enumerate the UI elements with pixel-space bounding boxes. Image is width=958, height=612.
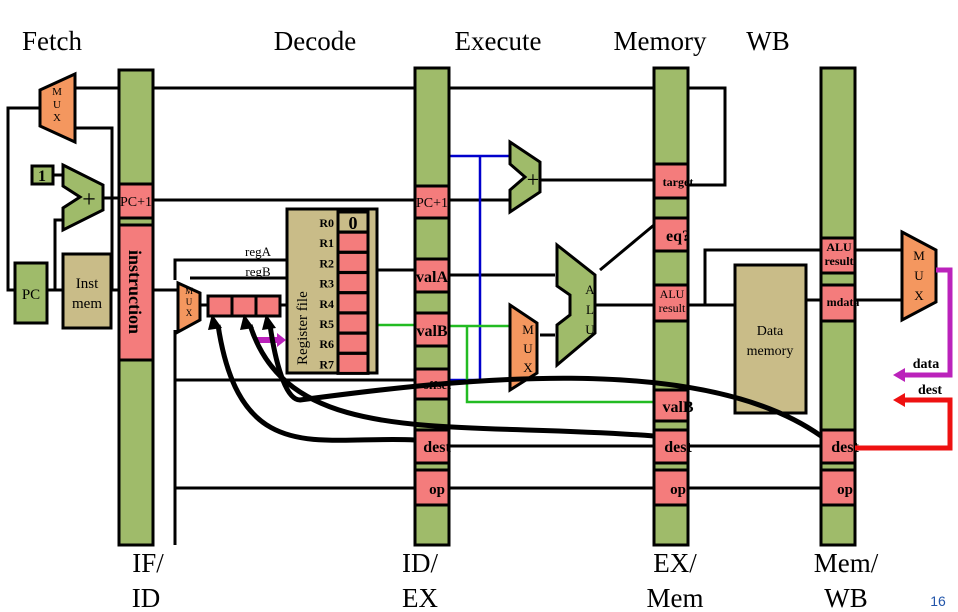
idex-dest: dest bbox=[423, 439, 451, 456]
idex-label-1: ID/ bbox=[402, 548, 438, 578]
register-cell bbox=[336, 291, 370, 315]
register-cell bbox=[336, 311, 370, 335]
stage-memory: Memory bbox=[614, 26, 707, 56]
decode-mux-label: MUX bbox=[185, 286, 194, 318]
memwb-op: op bbox=[837, 482, 853, 498]
memwb-label-2: WB bbox=[824, 583, 868, 612]
writeback-dest-wire bbox=[855, 397, 953, 451]
memwb-mdata: mdata bbox=[827, 295, 860, 309]
wb-mux-label: MUX bbox=[913, 248, 925, 303]
register-label: R2 bbox=[319, 256, 334, 270]
adder-plus-icon: + bbox=[82, 187, 96, 213]
instruction-fields bbox=[206, 294, 282, 318]
exmem-dest: dest bbox=[664, 439, 692, 456]
idex-valB: valB bbox=[416, 323, 447, 340]
stage-execute: Execute bbox=[455, 26, 542, 56]
exmem-op: op bbox=[670, 482, 686, 498]
ifid-instruction: instruction bbox=[125, 250, 145, 334]
register-file-label: Register file bbox=[295, 291, 311, 365]
offset-forwarding-wire bbox=[449, 154, 510, 382]
dest-arrow-icon bbox=[893, 393, 905, 407]
register-label: R6 bbox=[319, 337, 334, 351]
register-label: R3 bbox=[319, 277, 334, 291]
exmem-valB: valB bbox=[662, 399, 693, 416]
inst-mem-label-1: Inst bbox=[76, 276, 99, 292]
register-cell bbox=[336, 250, 370, 274]
register-cell bbox=[336, 271, 370, 295]
register-cell bbox=[336, 331, 370, 355]
idex-op: op bbox=[429, 482, 445, 498]
pc-label: PC bbox=[22, 287, 40, 303]
fetch-mux-label: MUX bbox=[52, 86, 62, 124]
inst-mem-label-2: mem bbox=[72, 296, 102, 312]
exmem-label-1: EX/ bbox=[653, 548, 697, 578]
regB-label: regB bbox=[245, 264, 271, 279]
ifid-label-1: IF/ bbox=[132, 548, 164, 578]
memwb-alu-result: ALU result bbox=[824, 240, 854, 268]
stage-decode: Decode bbox=[274, 26, 356, 56]
execute-mux-label: MUX bbox=[522, 322, 534, 375]
stage-wb: WB bbox=[746, 26, 790, 56]
exmem-label-2: Mem bbox=[647, 583, 704, 612]
ifid-pc1: PC+1 bbox=[120, 195, 152, 210]
register-label: R4 bbox=[319, 297, 334, 311]
wb-dest-label: dest bbox=[918, 383, 942, 398]
idex-valA: valA bbox=[416, 269, 448, 286]
alu-label: ALU bbox=[585, 282, 595, 337]
r0-value: 0 bbox=[349, 213, 358, 233]
register-label: R5 bbox=[319, 317, 334, 331]
adder-plus-icon: + bbox=[527, 167, 539, 192]
idex-pc1: PC+1 bbox=[416, 196, 448, 211]
data-memory-label-2: memory bbox=[747, 344, 794, 359]
memwb-label-1: Mem/ bbox=[814, 548, 879, 578]
idex-label-2: EX bbox=[402, 583, 438, 612]
register-cell bbox=[336, 351, 370, 375]
exmem-eq: eq? bbox=[666, 228, 690, 245]
data-arrow-icon bbox=[893, 368, 905, 382]
regA-label: regA bbox=[245, 244, 272, 259]
ifid-label-2: ID bbox=[132, 583, 161, 612]
register-label: R0 bbox=[319, 216, 334, 230]
register-label: R7 bbox=[319, 357, 334, 371]
constant-one-label: 1 bbox=[38, 168, 46, 185]
stage-fetch: Fetch bbox=[22, 26, 82, 56]
page-number: 16 bbox=[930, 593, 946, 609]
exmem-target: target bbox=[663, 175, 694, 189]
data-memory bbox=[733, 263, 808, 415]
register-label: R1 bbox=[319, 236, 334, 250]
exmem-alu-result: ALU result bbox=[658, 287, 686, 315]
data-memory-label-1: Data bbox=[757, 324, 784, 339]
wb-data-label: data bbox=[913, 357, 939, 372]
register-cell bbox=[336, 230, 370, 254]
pipeline-diagram: Fetch Decode Execute Memory WB PC+1 inst… bbox=[6, 26, 953, 612]
